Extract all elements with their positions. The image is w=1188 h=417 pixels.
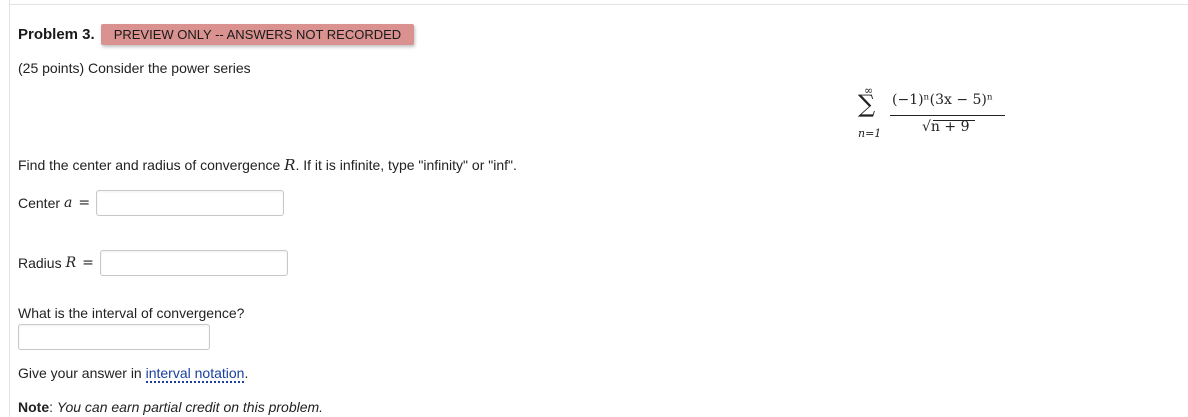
note-label: Note — [18, 399, 50, 415]
problem-title: Problem 3. — [18, 26, 95, 43]
problem-frame: Problem 3. PREVIEW ONLY -- ANSWERS NOT R… — [0, 0, 1188, 417]
interval-notation-link[interactable]: interval notation — [145, 365, 245, 383]
center-row: Center a = — [18, 190, 285, 216]
center-variable: a — [64, 195, 73, 211]
interval-input[interactable] — [18, 324, 210, 350]
problem-intro: (25 points) Consider the power series — [18, 60, 251, 76]
power-series-formula: ∞ ∑ n=1 (−1)ⁿ(3x − 5)ⁿ √n + 9 — [856, 84, 1016, 148]
sum-lower-limit: n=1 — [858, 127, 882, 140]
radius-variable: R — [65, 255, 77, 271]
center-label: Center — [18, 195, 61, 211]
interval-hint: Give your answer in interval notation. — [18, 365, 249, 383]
fraction-bar — [890, 115, 1005, 116]
formula-denominator: √n + 9 — [922, 119, 970, 135]
find-text-after: . If it is infinite, type "infinity" or … — [295, 157, 517, 173]
center-input[interactable] — [96, 190, 285, 216]
interval-hint-prefix: Give your answer in — [18, 365, 146, 381]
interval-question: What is the interval of convergence? — [18, 305, 245, 321]
note-separator: : — [49, 399, 57, 415]
interval-hint-suffix: . — [244, 365, 249, 381]
radius-equals: = — [82, 255, 94, 271]
find-instruction: Find the center and radius of convergenc… — [18, 156, 517, 174]
problem-header: Problem 3. PREVIEW ONLY -- ANSWERS NOT R… — [18, 24, 415, 45]
note-text: You can earn partial credit on this prob… — [56, 399, 324, 415]
top-divider — [9, 4, 1188, 5]
radius-input[interactable] — [99, 250, 288, 276]
preview-status-badge: PREVIEW ONLY -- ANSWERS NOT RECORDED — [100, 24, 415, 45]
find-text-before: Find the center and radius of convergenc… — [18, 157, 285, 173]
find-variable: R — [284, 156, 296, 174]
radius-row: Radius R = — [18, 250, 288, 276]
sum-symbol: ∑ — [858, 90, 876, 118]
radius-label: Radius — [18, 255, 62, 271]
left-divider — [9, 0, 10, 417]
center-equals: = — [78, 195, 91, 211]
sqrt-overline — [933, 120, 975, 121]
partial-credit-note: Note: You can earn partial credit on thi… — [18, 399, 323, 415]
formula-numerator: (−1)ⁿ(3x − 5)ⁿ — [892, 92, 993, 108]
